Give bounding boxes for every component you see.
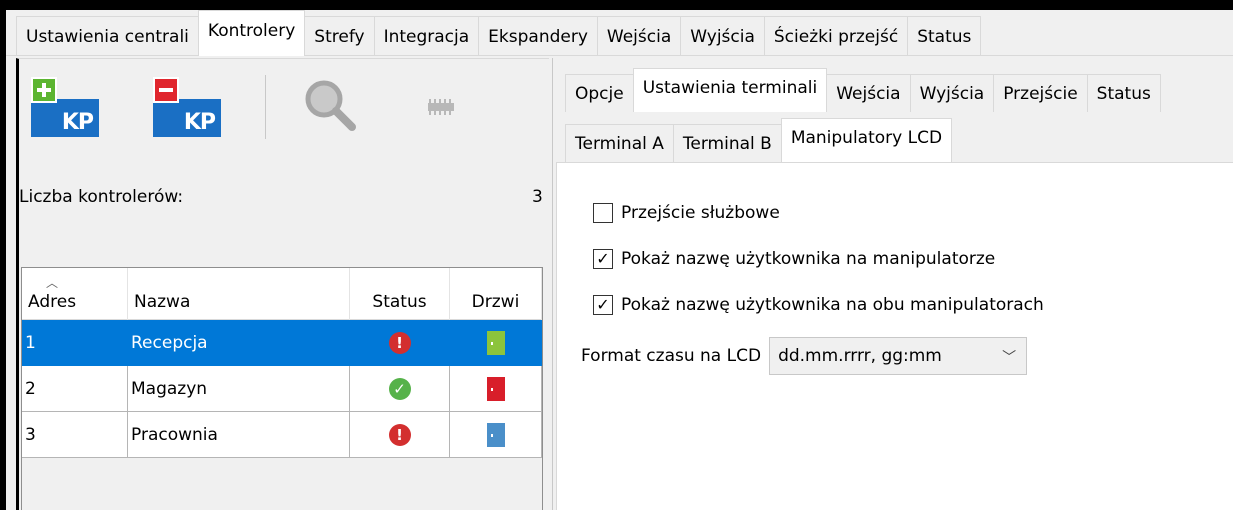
controllers-panel: KP KP Liczba kontrolerów: 3 ︿ Adres Nazw… bbox=[16, 58, 549, 510]
cell-drzwi bbox=[450, 412, 542, 458]
show-user-name-both-option[interactable]: ✓ Pokaż nazwę użytkownika na obu manipul… bbox=[593, 295, 1044, 315]
service-passage-label: Przejście służbowe bbox=[621, 203, 780, 223]
add-controller-button[interactable]: KP bbox=[31, 77, 101, 137]
table-row[interactable]: 2 Magazyn ✓ bbox=[22, 366, 542, 412]
error-status-icon: ! bbox=[388, 423, 411, 446]
tab-wyjscia[interactable]: Wyjścia bbox=[680, 16, 765, 56]
tab-ekspandery[interactable]: Ekspandery bbox=[478, 16, 598, 56]
tab-kontrolery[interactable]: Kontrolery bbox=[197, 10, 306, 56]
column-header-status-label: Status bbox=[372, 292, 427, 312]
keypad-icon: KP bbox=[153, 99, 221, 137]
controller-settings-panel: Opcje Ustawienia terminali Wejścia Wyjśc… bbox=[552, 58, 1233, 510]
controllers-table: ︿ Adres Nazwa Status Drzwi 1 Recepcja ! … bbox=[21, 267, 543, 510]
tab-status[interactable]: Status bbox=[907, 16, 982, 56]
search-icon bbox=[305, 80, 356, 131]
main-tab-strip: Ustawienia centrali Kontrolery Strefy In… bbox=[16, 10, 982, 56]
chevron-down-icon: ﹀ bbox=[1002, 350, 1017, 366]
tab-przejscie[interactable]: Przejście bbox=[993, 74, 1088, 112]
add-keypad-label: KP bbox=[61, 110, 94, 135]
tab-opcje[interactable]: Opcje bbox=[565, 74, 634, 112]
table-row[interactable]: 3 Pracownia ! bbox=[22, 412, 542, 458]
time-format-row: Format czasu na LCD dd.mm.rrrr, gg:mm ﹀ bbox=[581, 337, 1028, 375]
controllers-toolbar: KP KP bbox=[31, 69, 514, 145]
keypad-icon: KP bbox=[31, 99, 99, 137]
cell-status: ✓ bbox=[350, 366, 450, 412]
cell-adres: 3 bbox=[22, 412, 128, 458]
show-user-name-both-label: Pokaż nazwę użytkownika na obu manipulat… bbox=[621, 295, 1044, 315]
column-header-nazwa[interactable]: Nazwa bbox=[128, 268, 350, 320]
checkmark-icon: ✓ bbox=[596, 249, 610, 268]
tab-terminal-a[interactable]: Terminal A bbox=[565, 124, 674, 162]
show-user-name-label: Pokaż nazwę użytkownika na manipulatorze bbox=[621, 249, 996, 269]
door-icon bbox=[486, 422, 505, 447]
toolbar-separator bbox=[265, 75, 266, 139]
cell-status: ! bbox=[350, 320, 450, 366]
tab-manipulatory-lcd[interactable]: Manipulatory LCD bbox=[780, 118, 953, 162]
tab-strefy[interactable]: Strefy bbox=[304, 16, 375, 56]
cell-drzwi bbox=[450, 320, 542, 366]
terminal-tab-strip: Terminal A Terminal B Manipulatory LCD bbox=[565, 118, 953, 162]
remove-controller-button[interactable]: KP bbox=[153, 77, 223, 137]
cell-adres: 2 bbox=[22, 366, 128, 412]
cell-adres: 1 bbox=[22, 320, 128, 366]
ok-status-icon: ✓ bbox=[388, 377, 411, 400]
plus-icon bbox=[31, 77, 57, 103]
tab-terminal-b[interactable]: Terminal B bbox=[672, 124, 782, 162]
tab-status[interactable]: Status bbox=[1086, 74, 1161, 112]
show-user-name-checkbox[interactable]: ✓ bbox=[593, 249, 613, 269]
show-user-name-both-checkbox[interactable]: ✓ bbox=[593, 295, 613, 315]
cell-nazwa: Pracownia bbox=[128, 412, 350, 458]
cell-status: ! bbox=[350, 412, 450, 458]
cell-nazwa: Recepcja bbox=[128, 320, 350, 366]
cell-nazwa: Magazyn bbox=[128, 366, 350, 412]
table-header: ︿ Adres Nazwa Status Drzwi bbox=[22, 268, 542, 320]
tab-wejscia[interactable]: Wejścia bbox=[826, 74, 911, 112]
controller-count-value: 3 bbox=[532, 187, 543, 207]
column-header-drzwi-label: Drzwi bbox=[471, 292, 520, 312]
column-header-status[interactable]: Status bbox=[350, 268, 450, 320]
tab-strip-divider bbox=[6, 55, 1233, 56]
service-passage-option[interactable]: Przejście służbowe bbox=[593, 203, 780, 223]
module-button[interactable] bbox=[422, 77, 462, 137]
tab-ustawienia-terminali[interactable]: Ustawienia terminali bbox=[632, 68, 828, 112]
controller-tab-strip: Opcje Ustawienia terminali Wejścia Wyjśc… bbox=[565, 68, 1161, 112]
time-format-select[interactable]: dd.mm.rrrr, gg:mm ﹀ bbox=[769, 337, 1028, 375]
lcd-keypad-settings: Przejście służbowe ✓ Pokaż nazwę użytkow… bbox=[556, 162, 1233, 510]
door-icon bbox=[486, 376, 505, 401]
search-button[interactable] bbox=[300, 77, 360, 137]
column-header-drzwi[interactable]: Drzwi bbox=[450, 268, 542, 320]
error-status-icon: ! bbox=[388, 331, 411, 354]
controller-count-label: Liczba kontrolerów: bbox=[19, 187, 184, 207]
show-user-name-option[interactable]: ✓ Pokaż nazwę użytkownika na manipulator… bbox=[593, 249, 995, 269]
door-icon bbox=[486, 330, 505, 355]
time-format-label: Format czasu na LCD bbox=[581, 346, 762, 366]
service-passage-checkbox[interactable] bbox=[593, 203, 613, 223]
tab-ustawienia-centrali[interactable]: Ustawienia centrali bbox=[16, 16, 199, 56]
column-header-adres[interactable]: ︿ Adres bbox=[22, 268, 128, 320]
sort-ascending-icon: ︿ bbox=[46, 276, 59, 290]
time-format-value: dd.mm.rrrr, gg:mm bbox=[778, 346, 942, 366]
column-header-nazwa-label: Nazwa bbox=[134, 292, 191, 312]
table-row[interactable]: 1 Recepcja ! bbox=[22, 320, 542, 366]
tab-sciezki-przejsc[interactable]: Ścieżki przejść bbox=[763, 16, 909, 56]
column-header-adres-label: Adres bbox=[28, 292, 77, 312]
remove-keypad-label: KP bbox=[183, 110, 216, 135]
tab-integracja[interactable]: Integracja bbox=[373, 16, 480, 56]
tab-wejscia[interactable]: Wejścia bbox=[596, 16, 682, 56]
tab-wyjscia[interactable]: Wyjścia bbox=[909, 74, 995, 112]
checkmark-icon: ✓ bbox=[596, 295, 610, 314]
minus-icon bbox=[153, 77, 179, 103]
module-icon bbox=[428, 99, 454, 115]
cell-drzwi bbox=[450, 366, 542, 412]
